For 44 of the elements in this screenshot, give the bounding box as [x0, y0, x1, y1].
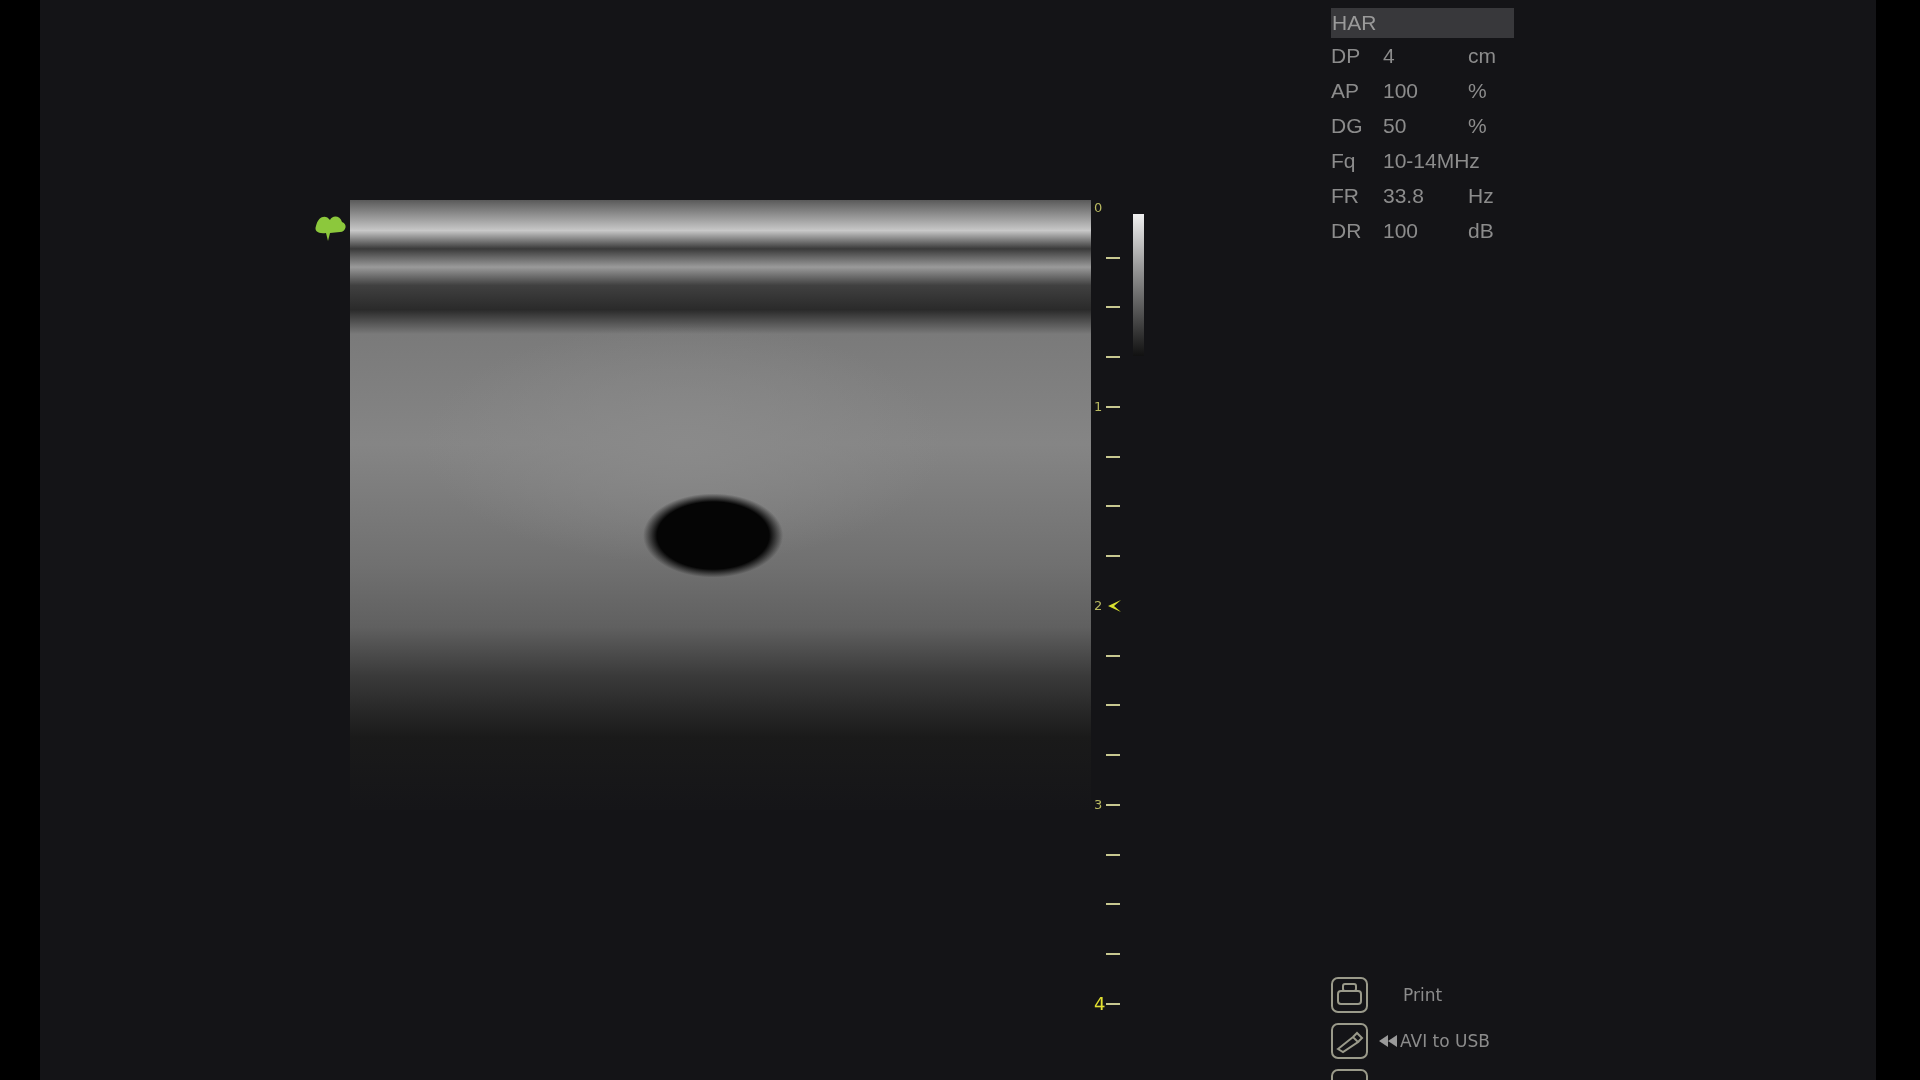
depth-label: 2 — [1094, 598, 1104, 613]
depth-tick — [1106, 903, 1120, 906]
rewind-icon — [1379, 1035, 1397, 1047]
depth-tick — [1106, 704, 1120, 707]
action-label[interactable]: Print — [1403, 985, 1443, 1005]
param-name: DR — [1331, 218, 1363, 244]
param-value: 100 — [1383, 78, 1420, 104]
param-name: AP — [1331, 78, 1360, 104]
depth-tick — [1106, 405, 1120, 408]
depth-tick — [1106, 555, 1120, 558]
param-value: 10-14MHz — [1383, 148, 1481, 174]
param-unit: % — [1468, 78, 1488, 104]
depth-tick — [1106, 256, 1120, 259]
param-value: 33.8 — [1383, 183, 1425, 209]
param-unit: Hz — [1468, 183, 1495, 209]
param-unit: cm — [1468, 43, 1497, 69]
depth-tick — [1106, 1002, 1120, 1005]
param-name: Fq — [1331, 148, 1357, 174]
depth-tick — [1106, 505, 1120, 508]
depth-label: 3 — [1094, 797, 1104, 812]
param-name: DP — [1331, 43, 1362, 69]
depth-tick — [1106, 853, 1120, 856]
depth-tick — [1106, 455, 1120, 458]
depth-tick — [1106, 654, 1120, 657]
param-unit: % — [1468, 113, 1488, 139]
button-icon[interactable] — [1331, 1069, 1368, 1080]
depth-label: 1 — [1094, 399, 1104, 414]
param-value: 50 — [1383, 113, 1408, 139]
depth-tick — [1106, 306, 1120, 309]
depth-tick — [1106, 803, 1120, 806]
printer-icon[interactable] — [1331, 977, 1368, 1013]
depth-tick — [1106, 754, 1120, 757]
depth-tick — [1106, 953, 1120, 956]
depth-label: 0 — [1094, 200, 1104, 215]
usb-drive-icon[interactable] — [1331, 1023, 1368, 1059]
param-value: 100 — [1383, 218, 1420, 244]
action-label[interactable]: AVI to USB — [1400, 1031, 1490, 1051]
param-value: 4 — [1383, 43, 1396, 69]
depth-tick — [1106, 356, 1120, 359]
imaging-mode[interactable]: HAR — [1331, 8, 1514, 38]
depth-label: 4 — [1094, 996, 1106, 1011]
param-unit: dB — [1468, 218, 1495, 244]
param-name: FR — [1331, 183, 1360, 209]
param-name: DG — [1331, 113, 1364, 139]
